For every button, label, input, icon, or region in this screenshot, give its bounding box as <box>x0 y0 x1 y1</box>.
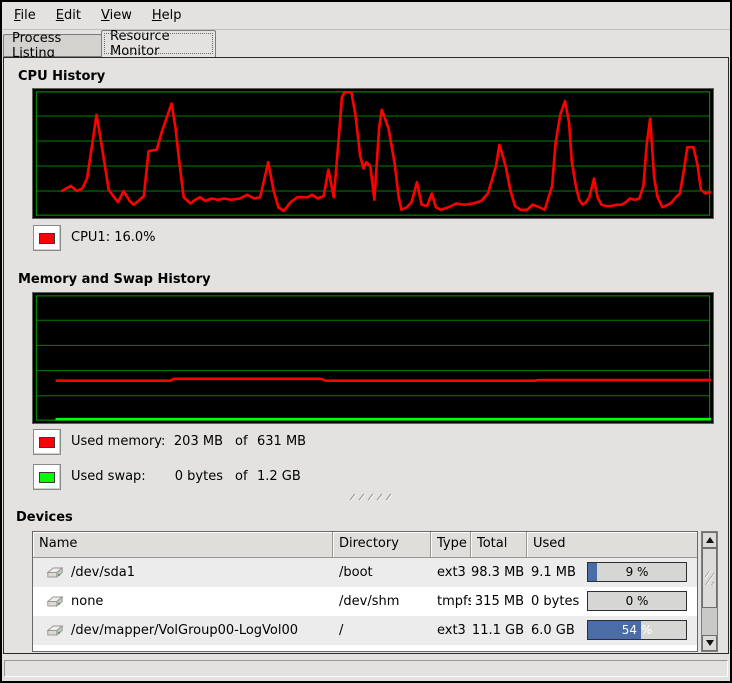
status-bar <box>4 660 728 677</box>
device-directory: /boot <box>333 558 431 587</box>
menu-help[interactable]: Help <box>142 4 192 27</box>
memory-history-title: Memory and Swap History <box>18 272 211 287</box>
device-total: 98.3 MB <box>471 558 527 587</box>
drive-icon <box>46 623 64 638</box>
device-name: none <box>71 587 103 616</box>
column-header-directory[interactable]: Directory <box>333 532 431 558</box>
usage-percent-label: 9 % <box>588 563 686 581</box>
drive-icon <box>46 565 64 580</box>
table-row[interactable]: /dev/sda1 /boot ext3 98.3 MB 9.1 MB 9 % <box>33 558 697 587</box>
tab-strip: Process Listing Resource Monitor <box>2 30 730 57</box>
usage-progress-bar: 0 % <box>587 591 687 611</box>
usage-progress-bar: 9 % <box>587 562 687 582</box>
devices-title: Devices <box>16 510 73 525</box>
device-directory: /dev/shm <box>333 587 431 616</box>
tab-resource-monitor[interactable]: Resource Monitor <box>101 30 216 57</box>
table-row[interactable]: /dev/mapper/VolGroup00-LogVol00 / ext3 1… <box>33 616 697 645</box>
memory-color-chip <box>39 437 55 448</box>
device-used: 0 bytes <box>531 594 579 609</box>
arrow-down-icon <box>706 640 714 646</box>
cpu-history-title: CPU History <box>18 69 105 84</box>
menu-bar: File Edit View Help <box>2 2 730 30</box>
swap-color-chip <box>39 472 55 483</box>
memory-of-text: of <box>235 429 248 455</box>
drive-icon <box>46 594 64 609</box>
devices-table: Name Directory Type Total Used /dev/sda1… <box>32 531 698 652</box>
device-directory: / <box>333 616 431 645</box>
device-total: 315 MB <box>471 587 527 616</box>
swap-legend-row: Used swap: 0 bytes of 1.2 GB <box>33 464 373 491</box>
system-monitor-window: File Edit View Help Process Listing Reso… <box>0 0 732 683</box>
devices-table-header: Name Directory Type Total Used <box>33 532 697 558</box>
column-header-used[interactable]: Used <box>527 532 697 558</box>
table-row[interactable]: none /dev/shm tmpfs 315 MB 0 bytes 0 % <box>33 587 697 616</box>
cpu-color-button[interactable] <box>33 225 61 251</box>
tab-process-listing[interactable]: Process Listing <box>3 34 102 57</box>
memory-legend-row: Used memory: 203 MB of 631 MB <box>33 429 373 456</box>
column-header-name[interactable]: Name <box>33 532 333 558</box>
column-header-total[interactable]: Total <box>471 532 527 558</box>
device-used: 9.1 MB <box>531 565 576 580</box>
cpu-legend-label: CPU1: 16.0% <box>71 225 156 251</box>
swap-total-value: 1.2 GB <box>257 464 301 490</box>
swap-used-value: 0 bytes <box>133 464 223 490</box>
swap-color-button[interactable] <box>33 464 61 490</box>
memory-color-button[interactable] <box>33 429 61 455</box>
scroll-up-button[interactable] <box>702 532 717 548</box>
arrow-up-icon <box>706 537 714 543</box>
device-type: ext3 <box>431 616 471 645</box>
device-used: 6.0 GB <box>531 623 575 638</box>
memory-history-plot <box>35 295 711 421</box>
cpu-color-chip <box>39 233 55 244</box>
device-name: /dev/sda1 <box>71 558 135 587</box>
menu-edit[interactable]: Edit <box>46 4 91 27</box>
memory-total-value: 631 MB <box>257 429 306 455</box>
cpu-legend-row: CPU1: 16.0% <box>33 225 333 252</box>
usage-progress-bar: 54 % <box>587 620 687 640</box>
scroll-down-button[interactable] <box>702 635 717 651</box>
memory-history-graph <box>32 292 714 424</box>
pane-resize-grip[interactable] <box>343 492 397 501</box>
menu-view[interactable]: View <box>91 4 142 27</box>
swap-of-text: of <box>235 464 248 490</box>
cpu-history-plot <box>35 91 711 216</box>
resource-monitor-page: CPU History CPU1: 16.0% Memory and Swap … <box>3 57 729 654</box>
scrollbar-thumb[interactable] <box>702 548 717 608</box>
column-header-type[interactable]: Type <box>431 532 471 558</box>
cpu-history-graph <box>32 88 714 219</box>
device-total: 11.1 GB <box>471 616 527 645</box>
usage-percent-label: 54 % <box>588 621 686 639</box>
device-type: tmpfs <box>431 587 471 616</box>
device-name: /dev/mapper/VolGroup00-LogVol00 <box>71 616 298 645</box>
scrollbar-grip-icon <box>705 571 714 585</box>
memory-used-value: 203 MB <box>133 429 223 455</box>
usage-percent-label: 0 % <box>588 592 686 610</box>
device-type: ext3 <box>431 558 471 587</box>
devices-vertical-scrollbar[interactable] <box>701 531 718 652</box>
menu-file[interactable]: File <box>4 4 46 27</box>
